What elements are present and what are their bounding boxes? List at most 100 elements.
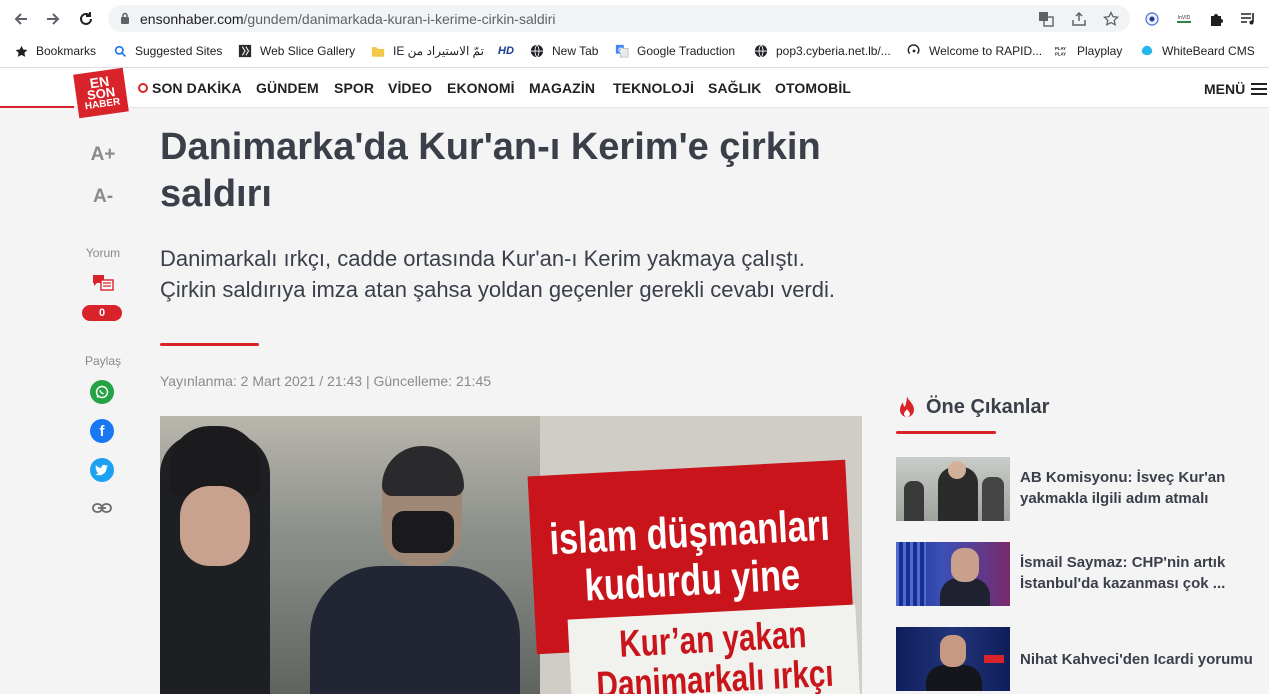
bookmark-label: Suggested Sites bbox=[135, 44, 223, 58]
bookmark-bookmarks[interactable]: Bookmarks bbox=[14, 42, 96, 60]
svg-text:InVID: InVID bbox=[1178, 15, 1191, 21]
comment-button[interactable] bbox=[82, 274, 124, 294]
lock-icon bbox=[121, 12, 129, 24]
featured-item[interactable]: Nihat Kahveci'den Icardi yorumu bbox=[896, 627, 1266, 691]
menu-label: MENÜ bbox=[1204, 81, 1246, 97]
nav-magazin[interactable]: MAGAZİN bbox=[529, 80, 595, 96]
comment-label: Yorum bbox=[85, 246, 121, 260]
share-page-icon[interactable] bbox=[1069, 9, 1089, 29]
comment-icon bbox=[93, 275, 114, 291]
share-label: Paylaş bbox=[84, 354, 122, 368]
bookmark-star-icon[interactable] bbox=[1101, 9, 1121, 29]
browser-chrome: ensonhaber.com/gundem/danimarkada-kuran-… bbox=[0, 0, 1269, 68]
font-decrease-button[interactable]: A- bbox=[82, 186, 124, 208]
menu-button[interactable]: MENÜ bbox=[1204, 80, 1268, 98]
bookmark-whitebeard-cms[interactable]: WhiteBeard CMS bbox=[1140, 42, 1255, 60]
nav-ekonomi[interactable]: EKONOMİ bbox=[447, 80, 515, 96]
rapid-icon bbox=[907, 44, 921, 58]
facebook-share-button[interactable]: f bbox=[90, 419, 114, 443]
invid-extension-icon[interactable]: InVID bbox=[1172, 7, 1196, 31]
hero-person-left-face bbox=[180, 486, 250, 566]
playplay-icon: PLAY PLAY bbox=[1055, 44, 1069, 58]
svg-text:G: G bbox=[618, 47, 623, 54]
bookmark-label: Google Traduction bbox=[637, 44, 736, 58]
translate-icon[interactable] bbox=[1036, 9, 1056, 29]
facebook-icon: f bbox=[99, 422, 105, 440]
address-row: ensonhaber.com/gundem/danimarkada-kuran-… bbox=[0, 0, 1269, 36]
twitter-icon bbox=[95, 464, 109, 476]
nav-son-dakika[interactable]: SON DAKİKA bbox=[138, 80, 242, 96]
svg-text:PLAY: PLAY bbox=[1055, 46, 1066, 51]
extensions-puzzle-icon[interactable] bbox=[1204, 7, 1228, 31]
featured-accent-line bbox=[896, 431, 996, 434]
nav-video[interactable]: VİDEO bbox=[388, 80, 432, 96]
article-hero-image[interactable]: islam düşmanları kudurdu yine Kur’an yak… bbox=[160, 416, 862, 694]
bookmark-hd[interactable]: HD bbox=[497, 42, 523, 60]
reload-button[interactable] bbox=[73, 6, 99, 32]
hero-person-center bbox=[310, 566, 520, 694]
link-icon bbox=[92, 503, 112, 513]
bookmark-google-traduction[interactable]: G Google Traduction bbox=[615, 42, 735, 60]
header-accent-line bbox=[0, 106, 74, 108]
copy-link-button[interactable] bbox=[90, 496, 114, 520]
address-bar[interactable]: ensonhaber.com/gundem/danimarkada-kuran-… bbox=[108, 5, 1130, 32]
featured-thumbnail bbox=[896, 542, 1010, 606]
font-increase-button[interactable]: A+ bbox=[82, 144, 124, 166]
web-slice-icon bbox=[238, 44, 252, 58]
bookmark-suggested-sites[interactable]: Suggested Sites bbox=[113, 42, 222, 60]
hamburger-icon bbox=[1251, 80, 1268, 98]
back-button[interactable] bbox=[8, 6, 34, 32]
article-summary: Danimarkalı ırkçı, cadde ortasında Kur'a… bbox=[160, 246, 835, 302]
bookmark-label: Playplay bbox=[1077, 44, 1123, 58]
nav-teknoloji[interactable]: TEKNOLOJİ bbox=[613, 80, 694, 96]
featured-thumbnail bbox=[896, 627, 1010, 691]
flame-icon bbox=[900, 396, 914, 417]
twitter-share-button[interactable] bbox=[90, 458, 114, 482]
nav-saglik[interactable]: SAĞLIK bbox=[708, 80, 762, 96]
bookmark-label: IE تمّ الاستيراد من bbox=[393, 44, 485, 58]
folder-icon bbox=[371, 44, 385, 58]
article-title: Danimarka'da Kur'an-ı Kerim'e çirkin sal… bbox=[160, 126, 821, 215]
svg-text:PLAY: PLAY bbox=[1055, 52, 1066, 57]
nav-label: SON DAKİKA bbox=[152, 80, 242, 96]
featured-item[interactable]: İsmail Saymaz: CHP'nin artık İstanbul'da… bbox=[896, 542, 1266, 606]
extension-eye-icon[interactable] bbox=[1140, 7, 1164, 31]
bookmark-label: WhiteBeard CMS bbox=[1162, 44, 1255, 58]
bookmark-label: Bookmarks bbox=[36, 44, 97, 58]
forward-button[interactable] bbox=[40, 6, 66, 32]
whatsapp-share-button[interactable] bbox=[90, 380, 114, 404]
hd-icon: HD bbox=[498, 45, 514, 57]
media-queue-icon[interactable] bbox=[1236, 7, 1260, 31]
featured-title: Nihat Kahveci'den Icardi yorumu bbox=[1020, 651, 1253, 668]
bookmark-label: pop3.cyberia.net.lb/... bbox=[776, 44, 891, 58]
featured-item[interactable]: AB Komisyonu: İsveç Kur'an yakmakla ilgi… bbox=[896, 457, 1266, 521]
bookmark-rapid[interactable]: Welcome to RAPID... bbox=[907, 42, 1042, 60]
bookmark-pop3-cyberia[interactable]: pop3.cyberia.net.lb/... bbox=[754, 42, 891, 60]
comment-count-badge: 0 bbox=[82, 305, 122, 321]
bookmark-ie-imported[interactable]: IE تمّ الاستيراد من bbox=[371, 42, 484, 60]
url-host: ensonhaber.com bbox=[140, 11, 244, 27]
live-icon bbox=[138, 83, 148, 93]
featured-title: İsmail Saymaz: CHP'nin artık İstanbul'da… bbox=[1020, 554, 1226, 592]
site-logo[interactable]: EN SON HABER bbox=[73, 67, 129, 119]
bookmark-label: Web Slice Gallery bbox=[260, 44, 356, 58]
globe-icon bbox=[754, 44, 768, 58]
featured-thumbnail bbox=[896, 457, 1010, 521]
featured-heading: Öne Çıkanlar bbox=[896, 395, 1049, 419]
bookmark-new-tab[interactable]: New Tab bbox=[530, 42, 598, 60]
url-path: /gundem/danimarkada-kuran-i-kerime-cirki… bbox=[243, 11, 556, 27]
bookmark-playplay[interactable]: PLAY PLAY Playplay bbox=[1055, 42, 1122, 60]
arrow-left-icon bbox=[14, 13, 27, 25]
hero-person-center-mask bbox=[392, 511, 454, 553]
hero-white-banner: Kur’an yakan Danimarkalı ırkçı bbox=[567, 604, 861, 694]
featured-heading-text: Öne Çıkanlar bbox=[926, 395, 1050, 418]
nav-spor[interactable]: SPOR bbox=[334, 80, 374, 96]
nav-otomobil[interactable]: OTOMOBİL bbox=[775, 80, 851, 96]
bookmark-web-slice-gallery[interactable]: Web Slice Gallery bbox=[238, 42, 355, 60]
star-icon bbox=[14, 44, 28, 58]
nav-gundem[interactable]: GÜNDEM bbox=[256, 80, 319, 96]
summary-accent-line bbox=[160, 343, 259, 346]
url-text: ensonhaber.com/gundem/danimarkada-kuran-… bbox=[140, 11, 556, 27]
globe-icon bbox=[530, 44, 544, 58]
whitebeard-icon bbox=[1140, 44, 1154, 58]
